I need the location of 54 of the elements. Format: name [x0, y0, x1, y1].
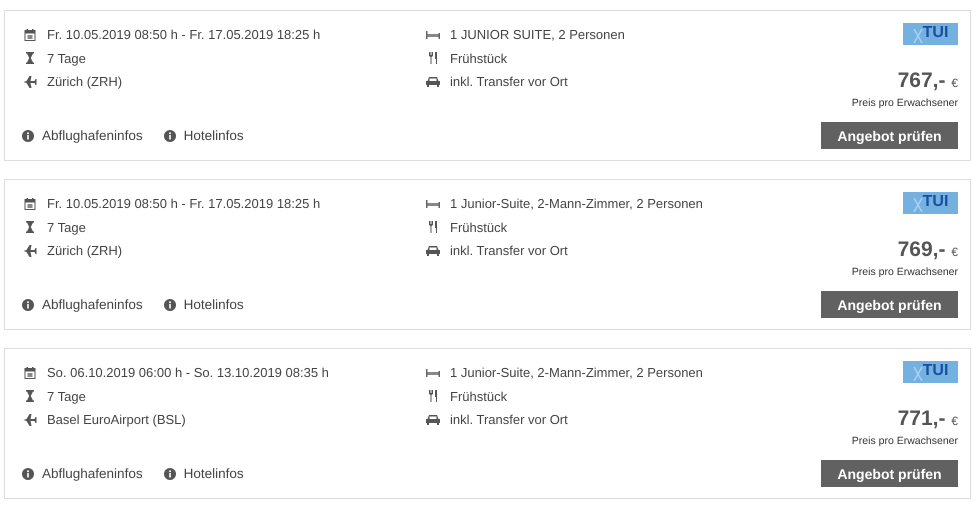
board-type: Frühstück	[450, 220, 508, 235]
price-note: Preis pro Erwachsener	[852, 266, 958, 278]
travel-dates: So. 06.10.2019 06:00 h - So. 13.10.2019 08:35 h	[47, 365, 329, 380]
info-icon	[22, 468, 34, 480]
info-link[interactable]: Abflughafeninfos	[22, 466, 143, 481]
info-icon	[164, 298, 176, 310]
info-icon	[22, 298, 34, 310]
info-icon	[164, 130, 176, 142]
price-note: Preis pro Erwachsener	[852, 435, 958, 447]
car-icon	[425, 76, 441, 88]
check-offer-button[interactable]: Angebot prüfen	[821, 122, 958, 149]
departure-airport: Zürich (ZRH)	[47, 74, 122, 90]
info-link[interactable]: Abflughafeninfos	[22, 297, 143, 312]
tui-logo: TUI	[903, 23, 958, 45]
info-link[interactable]: Abflughafeninfos	[22, 128, 143, 143]
car-icon	[425, 245, 441, 256]
travel-dates: Fr. 10.05.2019 08:50 h - Fr. 17.05.2019 18:25 h	[47, 27, 320, 42]
check-offer-button[interactable]: Angebot prüfen	[821, 291, 958, 318]
airplane-icon	[22, 244, 38, 257]
airplane-icon	[22, 76, 38, 88]
transfer-info: inkl. Transfer vor Ort	[450, 74, 568, 90]
duration: 7 Tage	[47, 220, 86, 235]
board-type: Frühstück	[450, 50, 508, 66]
room-type: 1 Junior-Suite, 2-Mann-Zimmer, 2 Personen	[450, 365, 703, 380]
calendar-icon	[22, 28, 38, 41]
departure-airport: Zürich (ZRH)	[47, 243, 122, 258]
tui-logo: TUI	[903, 361, 958, 383]
info-link[interactable]: Hotelinfos	[164, 297, 244, 312]
calendar-icon	[22, 198, 38, 210]
tui-logo: TUI	[903, 192, 958, 214]
price-note: Preis pro Erwachsener	[852, 97, 958, 109]
price: 771,- €	[898, 407, 958, 431]
duration: 7 Tage	[47, 388, 86, 404]
room-type: 1 JUNIOR SUITE, 2 Personen	[450, 27, 625, 42]
airplane-icon	[22, 414, 38, 426]
bed-icon	[425, 198, 441, 209]
board-type: Frühstück	[450, 388, 508, 404]
bed-icon	[425, 30, 441, 40]
bed-icon	[425, 368, 441, 378]
check-offer-button[interactable]: Angebot prüfen	[821, 460, 958, 487]
room-type: 1 Junior-Suite, 2-Mann-Zimmer, 2 Personen	[450, 196, 703, 212]
travel-dates: Fr. 10.05.2019 08:50 h - Fr. 17.05.2019 18:25 h	[47, 196, 320, 212]
car-icon	[425, 414, 441, 426]
transfer-info: inkl. Transfer vor Ort	[450, 243, 568, 258]
info-link[interactable]: Hotelinfos	[164, 466, 244, 481]
duration: 7 Tage	[47, 50, 86, 66]
price: 769,- €	[898, 238, 958, 262]
price: 767,- €	[898, 69, 958, 93]
calendar-icon	[22, 366, 38, 379]
info-icon	[164, 468, 176, 480]
info-icon	[22, 130, 34, 142]
transfer-info: inkl. Transfer vor Ort	[450, 412, 568, 428]
departure-airport: Basel EuroAirport (BSL)	[47, 412, 186, 428]
info-link[interactable]: Hotelinfos	[164, 128, 244, 143]
